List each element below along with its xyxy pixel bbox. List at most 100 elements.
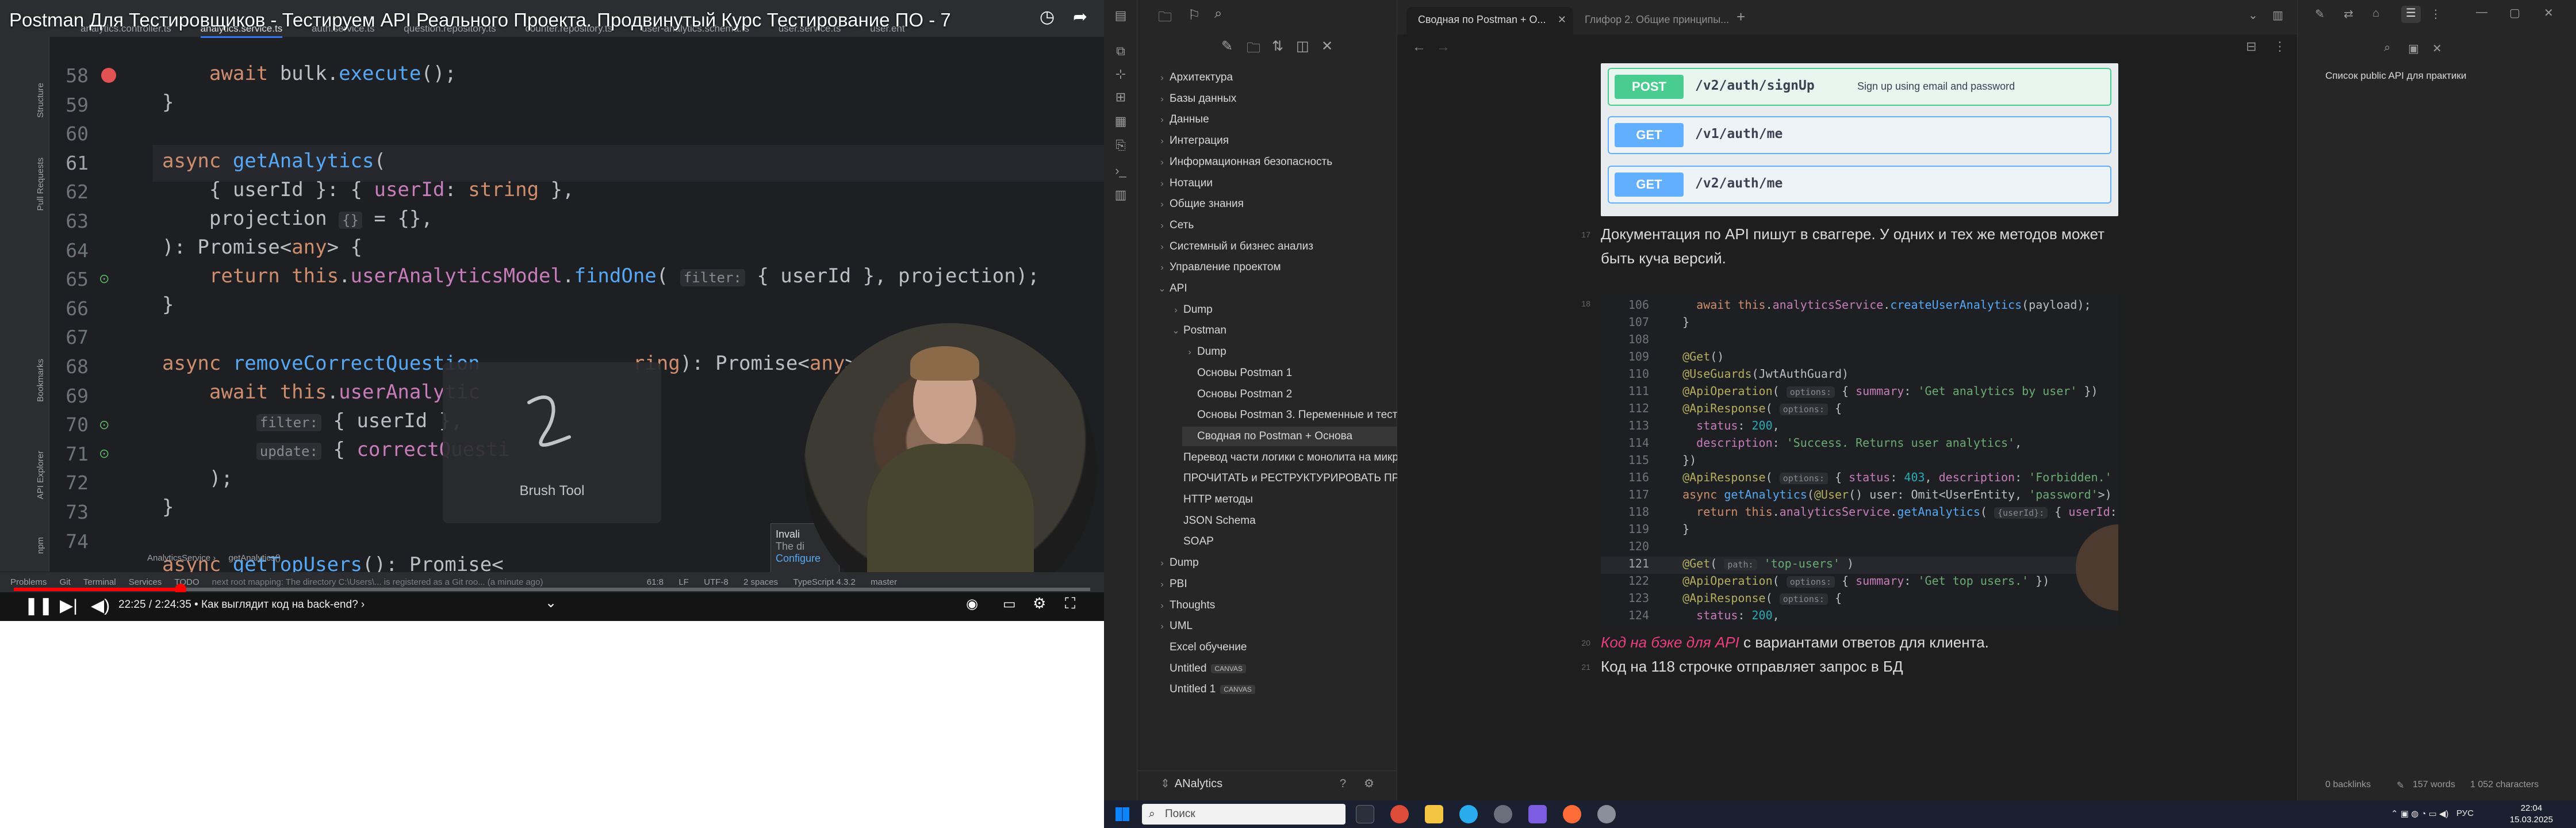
new-tab-icon[interactable]: + [1736,8,1745,26]
tree-file[interactable]: Основы Postman 2 [1182,385,1408,404]
note-paragraph[interactable]: Документация по API пишут в сваггере. У … [1601,222,2118,270]
note-paragraph[interactable]: Код на бэке для API с вариантами ответов… [1601,630,2118,654]
search-input[interactable]: ⌕ Поиск [1142,804,1346,825]
reading-view-icon[interactable]: ⊟ [2246,39,2256,54]
open-quick-switcher-icon[interactable]: ⧉ [1113,44,1128,59]
tree-file[interactable]: HTTP методы [1168,490,1408,509]
close-icon[interactable]: ✕ [2544,6,2554,20]
sidebar-toggle-icon[interactable]: ▤ [1113,8,1128,23]
backlinks-count[interactable]: 0 backlinks [2325,780,2371,790]
terminal-icon[interactable]: ›_ [1113,163,1128,178]
tree-folder[interactable]: › PBI [1155,574,1408,594]
task-view-icon[interactable] [1356,805,1374,823]
back-icon[interactable]: ← [1412,39,1426,55]
internal-link[interactable]: Код на бэке для API [1601,634,1739,651]
bookmark-icon[interactable]: ⚐ [1188,7,1201,24]
tree-folder[interactable]: › Системный и бизнес анализ [1155,237,1408,256]
tree-file[interactable]: ПРОЧИТАТЬ и РЕСТРУКТУРИРОВАТЬ ПРЕЖДЕ ЧЕМ… [1168,469,1470,488]
more-icon[interactable]: ⋮ [2430,7,2441,21]
fullscreen-icon[interactable]: ⛶ [1065,595,1075,613]
layout-icon[interactable]: ▣ [2408,41,2419,56]
tree-folder[interactable]: › Сеть [1155,216,1408,235]
clock[interactable]: 22:04 15.03.2025 [2510,803,2553,826]
app-icon[interactable] [1494,805,1512,823]
next-icon[interactable]: ▶| [60,596,78,616]
progress-bar[interactable] [14,584,1090,595]
tree-folder[interactable]: › Dump [1168,300,1408,320]
chrome-icon[interactable] [1390,805,1409,823]
tree-folder[interactable]: › Информационная безопасность [1155,152,1408,172]
chevron-down-icon[interactable]: ⌄ [2248,8,2258,22]
graph-view-icon[interactable]: ⊹ [1113,67,1128,82]
postman-icon[interactable] [1563,805,1581,823]
tree-folder[interactable]: › Общие знания [1155,194,1408,214]
tree-folder[interactable]: › Интеграция [1155,131,1408,151]
search-icon[interactable]: ⌕ [1214,6,1222,22]
start-icon[interactable] [1116,807,1129,821]
tree-folder[interactable]: › Архитектура [1155,68,1408,87]
tree-folder[interactable]: › Dump [1182,342,1408,362]
tree-file[interactable]: Untitled 1 CANVAS [1155,680,1408,699]
pause-icon[interactable]: ❚❚ [24,596,53,616]
more-options-icon[interactable]: ⋮ [2274,39,2286,54]
tree-file[interactable]: SOAP [1168,532,1408,551]
tree-folder[interactable]: ⌄ Postman [1168,321,1408,340]
canvas-icon[interactable]: ⊞ [1113,90,1128,105]
close-icon[interactable]: ✕ [1558,7,1566,32]
minimize-icon[interactable]: — [2476,6,2487,19]
tree-folder[interactable]: › Dump [1155,553,1408,573]
tree-folder[interactable]: › UML [1155,616,1408,636]
telegram-icon[interactable] [1459,805,1478,823]
video-time[interactable]: 22:25 / 2:24:35 • Как выглядит код на ba… [118,599,365,611]
tree-file[interactable]: JSON Schema [1168,511,1408,531]
tag-icon[interactable]: ⌂ [2372,7,2379,20]
maximize-icon[interactable]: ▢ [2509,6,2520,20]
language-indicator[interactable]: РУС [2456,808,2474,818]
tab-active[interactable]: Сводная по Postman + О... ✕ [1406,7,1573,34]
collapse-icon[interactable]: ✕ [2432,41,2442,56]
tree-folder[interactable]: › Базы данных [1155,89,1408,109]
file-explorer-icon[interactable] [1425,805,1443,823]
tray-icons[interactable]: ⌃ ▣ ◍ ◔ ▭ ◀) [2391,808,2448,819]
daily-note-icon[interactable]: ▦ [1113,114,1128,129]
vault-switcher[interactable]: ⇕ ANalytics ? ⚙ [1137,770,1397,796]
templates-icon[interactable]: ⎘ [1113,138,1128,153]
right-sidebar-toggle-icon[interactable]: ▥ [2272,8,2283,22]
collapse-all-icon[interactable]: ✕ [1321,38,1333,55]
forward-icon[interactable]: → [1436,39,1450,55]
configure-link[interactable]: Configure [776,553,834,565]
new-note-icon[interactable]: ✎ [1221,38,1233,55]
tree-file[interactable]: Основы Postman 3. Переменные и тесты [1182,405,1408,425]
workspace-icon[interactable]: ▥ [1113,187,1128,202]
app-icon[interactable] [1597,805,1616,823]
backlinks-icon[interactable]: ⇄ [2344,7,2353,21]
settings-icon[interactable]: ⚙ [1033,595,1046,612]
tree-folder[interactable]: ⌄ API [1155,279,1408,298]
video-player[interactable]: analytics.controller.ts analytics.servic… [0,0,1104,621]
tree-file[interactable]: Перевод части логики с монолита на микро… [1168,448,1439,467]
tree-file[interactable]: Сводная по Postman + Основа [1182,426,1408,446]
chevron-down-icon[interactable]: ⌄ [545,595,557,611]
share-icon[interactable]: ➦ [1073,7,1087,27]
new-folder-icon[interactable]: 🗀 [1247,38,1260,62]
watch-later-icon[interactable]: ◷ [1040,7,1055,27]
tab-inactive[interactable]: Глифор 2. Общие принципы... [1573,7,1729,34]
help-icon[interactable]: ? [1340,771,1346,796]
tree-folder[interactable]: › Данные [1155,110,1408,129]
volume-icon[interactable]: ◀) [91,596,110,616]
autoplay-toggle[interactable]: ◉ [966,596,978,612]
outline-icon[interactable]: ☰ [2401,6,2421,23]
outline-heading[interactable]: Список public API для практики [2325,70,2466,82]
tree-file[interactable]: Основы Postman 1 [1182,363,1408,383]
search-icon[interactable]: ⌕ [2384,41,2390,55]
tree-file[interactable]: Untitled CANVAS [1155,659,1408,678]
subtitles-icon[interactable]: ▭ [1003,596,1016,612]
tree-folder[interactable]: › Управление проектом [1155,258,1408,277]
pencil-icon[interactable]: ✎ [2315,7,2325,21]
note-paragraph[interactable]: Код на 118 строчке отправляет запрос в Б… [1601,654,2118,678]
tree-file[interactable]: Excel обучение [1155,638,1408,657]
tree-folder[interactable]: › Нотации [1155,174,1408,193]
obsidian-icon[interactable] [1528,805,1547,823]
auto-reveal-icon[interactable]: ◫ [1296,38,1309,55]
gear-icon[interactable]: ⚙ [1364,771,1374,796]
